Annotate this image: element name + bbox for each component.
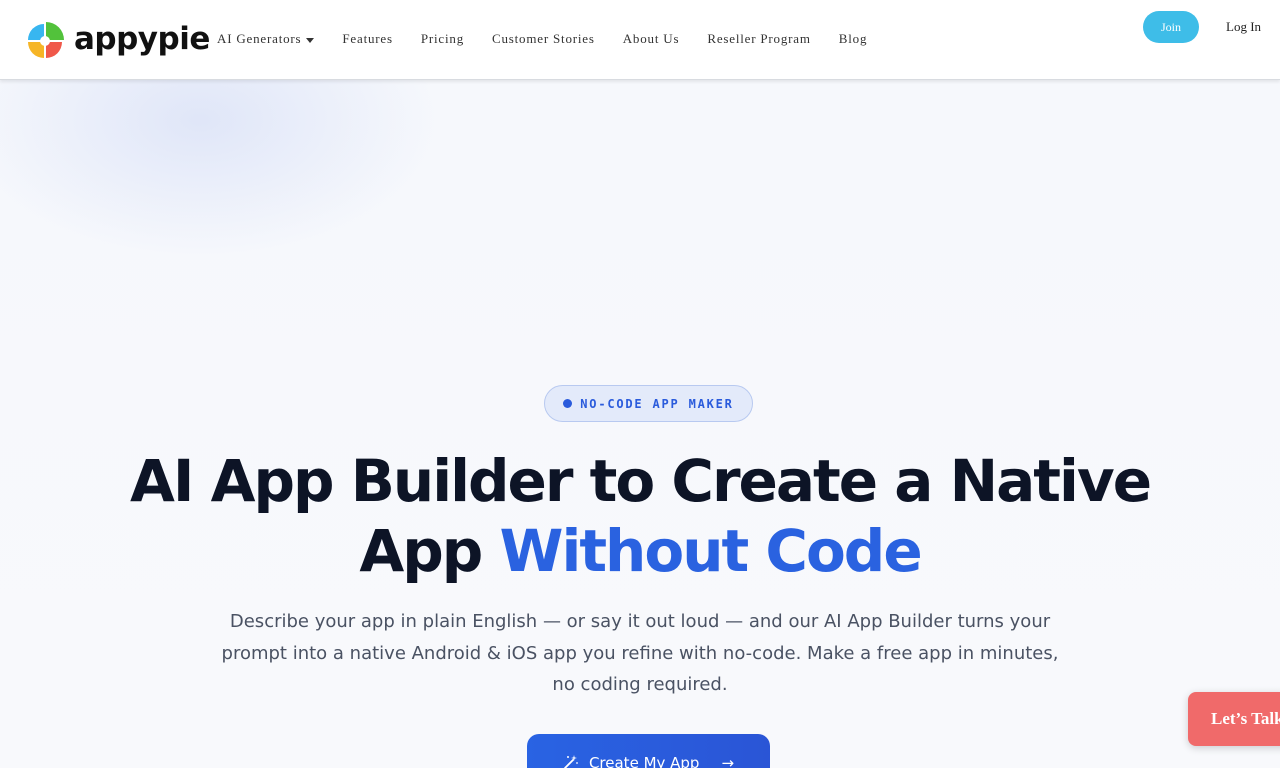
nav-item-features[interactable]: Features: [342, 31, 392, 47]
hero-headline: AI App Builder to Create a Native App Wi…: [90, 446, 1190, 586]
nav-item-ai-generators[interactable]: AI Generators: [217, 31, 315, 47]
nav-item-reseller-program[interactable]: Reseller Program: [707, 31, 810, 47]
nav-item-about-us[interactable]: About Us: [623, 31, 680, 47]
appypie-logo-icon: [28, 22, 64, 58]
nav-item-blog[interactable]: Blog: [839, 31, 867, 47]
headline-accent: Without Code: [499, 517, 922, 585]
site-header: appypie AI Generators Features Pricing C…: [0, 0, 1280, 80]
nav-item-customer-stories[interactable]: Customer Stories: [492, 31, 595, 47]
badge-label: NO-CODE APP MAKER: [580, 396, 734, 411]
nav-item-label: AI Generators: [217, 31, 302, 46]
nav-item-pricing[interactable]: Pricing: [421, 31, 464, 47]
brand-name: appypie: [74, 20, 210, 57]
hero-badge: NO-CODE APP MAKER: [544, 385, 753, 422]
join-button[interactable]: Join: [1143, 11, 1199, 43]
cta-label: Create My App: [588, 754, 700, 768]
magic-wand-icon: [563, 754, 579, 768]
create-my-app-button[interactable]: Create My App →: [527, 734, 770, 768]
hero-description: Describe your app in plain English — or …: [221, 611, 1059, 695]
chevron-down-icon: [306, 37, 315, 43]
main-nav: AI Generators Features Pricing Customer …: [217, 31, 895, 47]
appypie-logo[interactable]: appypie: [22, 18, 210, 64]
arrow-right-icon: →: [721, 754, 735, 768]
lets-talk-button[interactable]: Let’s Talk: [1188, 692, 1280, 746]
badge-dot-icon: [563, 399, 573, 408]
login-link[interactable]: Log In: [1226, 19, 1261, 35]
